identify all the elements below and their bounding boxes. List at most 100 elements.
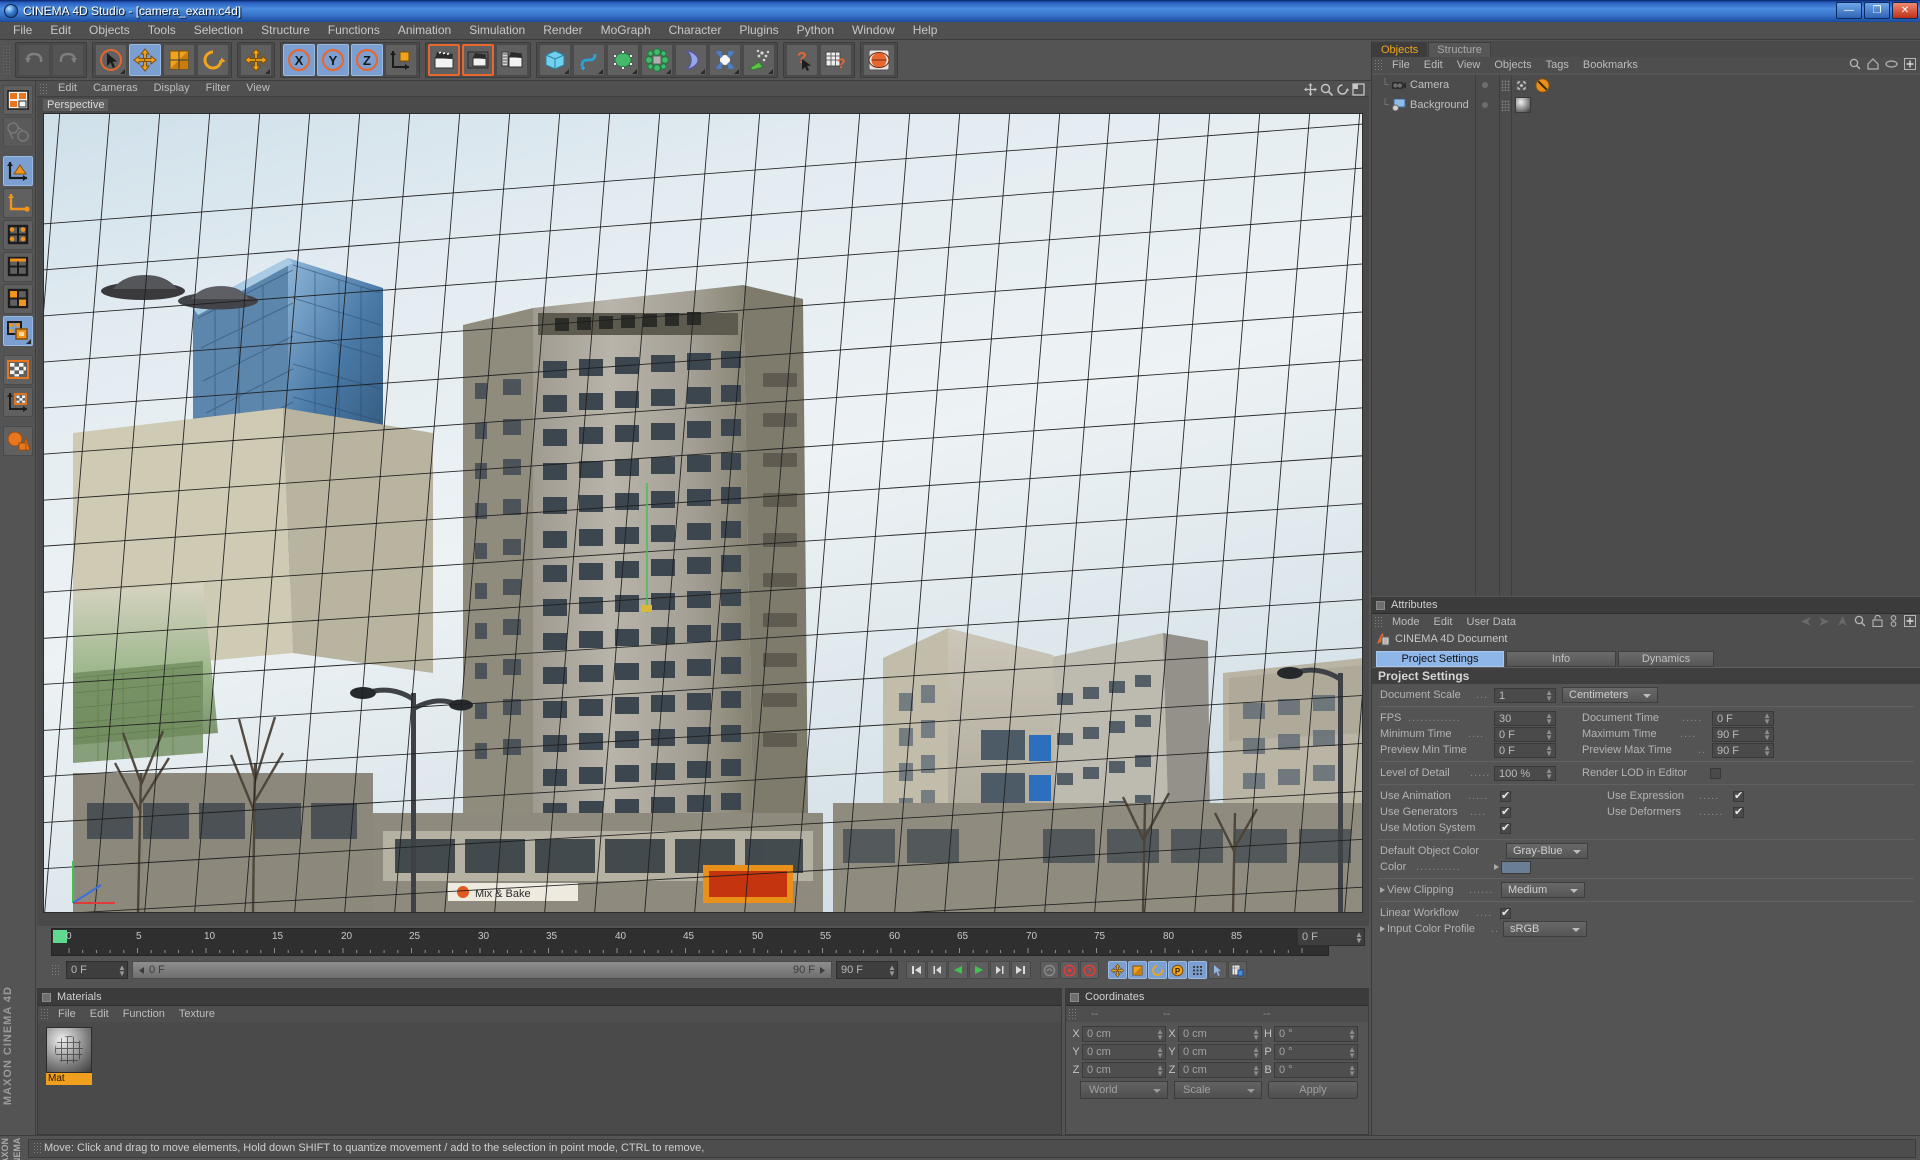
current-frame-field[interactable]: 0 F ▲ ▼ bbox=[66, 961, 128, 979]
spin-icon[interactable]: ▲ ▼ bbox=[1156, 1027, 1164, 1041]
checkbox-use-animation[interactable] bbox=[1500, 789, 1511, 802]
back-arrow-icon[interactable] bbox=[1799, 616, 1812, 627]
close-button[interactable]: ✕ bbox=[1892, 2, 1918, 19]
key-parameter-button[interactable]: P bbox=[1168, 961, 1187, 979]
objects-menu-file[interactable]: File bbox=[1385, 58, 1417, 73]
spin-icon[interactable]: ▲ ▼ bbox=[1545, 766, 1553, 780]
viewport-canvas[interactable]: Mix & Bake bbox=[43, 113, 1363, 913]
home-icon[interactable] bbox=[1867, 58, 1879, 70]
search-icon[interactable] bbox=[1854, 615, 1866, 627]
coord-field-h-rotation[interactable]: 0 ° ▲ ▼ bbox=[1274, 1025, 1358, 1042]
checkbox-use-expression[interactable] bbox=[1733, 789, 1744, 802]
material-tag-icon[interactable] bbox=[1515, 97, 1531, 113]
tab-project-settings[interactable]: Project Settings bbox=[1376, 651, 1504, 667]
key-rotation-button[interactable] bbox=[1148, 961, 1167, 979]
world-object-coord-icon[interactable] bbox=[385, 44, 417, 76]
object-row-background[interactable]: └ Background bbox=[1372, 95, 1920, 115]
menu-character[interactable]: Character bbox=[660, 22, 731, 39]
play-forward-button[interactable] bbox=[969, 961, 989, 979]
attributes-menu-edit[interactable]: Edit bbox=[1427, 615, 1460, 630]
spline-pen-icon[interactable] bbox=[573, 44, 605, 76]
undo-icon[interactable] bbox=[18, 44, 50, 76]
menu-file[interactable]: File bbox=[4, 22, 41, 39]
timeline-frame-right-field[interactable]: 0 F ▲ ▼ bbox=[1297, 928, 1365, 946]
expand-triangle-icon[interactable] bbox=[1380, 926, 1385, 932]
texture-axis-mode-icon[interactable] bbox=[2, 316, 33, 346]
timeline-scrubber[interactable]: 0 F 90 F bbox=[132, 961, 832, 979]
objects-menu-bookmarks[interactable]: Bookmarks bbox=[1576, 58, 1645, 73]
spin-icon[interactable]: ▲ ▼ bbox=[888, 964, 896, 978]
attributes-grip[interactable] bbox=[1374, 616, 1383, 628]
undo-view-icon[interactable] bbox=[2, 117, 33, 147]
coord-field-z-size[interactable]: 0 cm ▲ ▼ bbox=[1178, 1061, 1262, 1078]
background-visibility-dots[interactable] bbox=[1482, 102, 1488, 108]
field-level-of-detail[interactable]: 100 % ▲ ▼ bbox=[1494, 765, 1556, 781]
materials-menu-texture[interactable]: Texture bbox=[172, 1007, 222, 1022]
menu-help[interactable]: Help bbox=[904, 22, 947, 39]
move-tool-icon[interactable] bbox=[129, 44, 161, 76]
spin-icon[interactable]: ▲ ▼ bbox=[1545, 711, 1553, 725]
record-active-objects-button[interactable]: ? bbox=[1080, 961, 1099, 979]
tab-objects[interactable]: Objects bbox=[1372, 42, 1428, 57]
camera-visibility-dots[interactable] bbox=[1482, 82, 1488, 88]
viewport-menu-view[interactable]: View bbox=[238, 81, 278, 96]
timeline-grip[interactable] bbox=[51, 964, 60, 976]
scrub-right-arrow-icon[interactable] bbox=[818, 966, 827, 975]
polygon-mode-icon[interactable] bbox=[2, 284, 33, 314]
protection-tag-icon[interactable] bbox=[1535, 77, 1550, 93]
edge-mode-icon[interactable] bbox=[2, 252, 33, 282]
pan-view-icon[interactable] bbox=[1304, 82, 1317, 96]
materials-list[interactable]: Mat bbox=[38, 1022, 1061, 1134]
texture-axis-icon[interactable] bbox=[2, 387, 33, 417]
field-document-time[interactable]: 0 F ▲ ▼ bbox=[1712, 710, 1774, 726]
field-minimum-time[interactable]: 0 F ▲ ▼ bbox=[1494, 726, 1556, 742]
maximize-button[interactable]: ❐ bbox=[1864, 2, 1890, 19]
menu-selection[interactable]: Selection bbox=[185, 22, 252, 39]
spin-icon[interactable]: ▲ ▼ bbox=[1545, 727, 1553, 741]
lock-icon[interactable] bbox=[1872, 615, 1883, 627]
point-mode-icon[interactable] bbox=[2, 220, 33, 250]
dropdown-input-color-profile[interactable]: sRGB bbox=[1503, 921, 1587, 937]
menu-simulation[interactable]: Simulation bbox=[460, 22, 534, 39]
field-document-scale[interactable]: 1 ▲ ▼ bbox=[1494, 687, 1556, 703]
spin-icon[interactable]: ▲ ▼ bbox=[1763, 743, 1771, 757]
attributes-menu-user-data[interactable]: User Data bbox=[1460, 615, 1524, 630]
layout-presets-icon[interactable] bbox=[2, 85, 33, 115]
keyframe-selection-button[interactable] bbox=[1208, 961, 1227, 979]
checkbox-use-motion-system[interactable] bbox=[1500, 821, 1511, 834]
menu-mograph[interactable]: MoGraph bbox=[592, 22, 660, 39]
eye-icon[interactable] bbox=[1885, 59, 1898, 69]
menu-plugins[interactable]: Plugins bbox=[730, 22, 787, 39]
scrub-left-arrow-icon[interactable] bbox=[137, 966, 146, 975]
record-keyframe-button[interactable] bbox=[1060, 961, 1079, 979]
spin-icon[interactable]: ▲ ▼ bbox=[1355, 931, 1363, 945]
range-end-field[interactable]: 90 F ▲ ▼ bbox=[836, 961, 898, 979]
model-mode-icon[interactable] bbox=[2, 156, 33, 186]
viewport-menu-cameras[interactable]: Cameras bbox=[85, 81, 146, 96]
spin-icon[interactable]: ▲ ▼ bbox=[1348, 1045, 1356, 1059]
generator-nurbs-icon[interactable] bbox=[607, 44, 639, 76]
tab-structure[interactable]: Structure bbox=[1428, 42, 1491, 57]
spin-icon[interactable]: ▲ ▼ bbox=[1156, 1045, 1164, 1059]
enable-texture-icon[interactable] bbox=[2, 355, 33, 385]
tab-info[interactable]: Info bbox=[1506, 651, 1616, 667]
menu-animation[interactable]: Animation bbox=[389, 22, 460, 39]
material-item[interactable]: Mat bbox=[46, 1027, 92, 1085]
materials-menu-edit[interactable]: Edit bbox=[83, 1007, 116, 1022]
color-swatch[interactable] bbox=[1501, 860, 1531, 874]
scene-light-icon[interactable] bbox=[709, 44, 741, 76]
deformer-bend-icon[interactable] bbox=[675, 44, 707, 76]
menu-window[interactable]: Window bbox=[843, 22, 904, 39]
materials-menu-function[interactable]: Function bbox=[116, 1007, 172, 1022]
field-preview-min-time[interactable]: 0 F ▲ ▼ bbox=[1494, 742, 1556, 758]
render-view-icon[interactable] bbox=[428, 44, 460, 76]
key-pla-button[interactable] bbox=[1188, 961, 1207, 979]
material-name[interactable]: Mat bbox=[46, 1073, 92, 1085]
spin-icon[interactable]: ▲ ▼ bbox=[1348, 1027, 1356, 1041]
scale-tool-icon[interactable] bbox=[163, 44, 195, 76]
toolbar-grip[interactable] bbox=[2, 45, 12, 75]
apply-button[interactable]: Apply bbox=[1268, 1081, 1358, 1099]
dropdown-document-scale-unit[interactable]: Centimeters bbox=[1562, 687, 1658, 703]
checkbox-render-lod-in-editor[interactable] bbox=[1710, 767, 1721, 779]
coord-field-p-rotation[interactable]: 0 ° ▲ ▼ bbox=[1274, 1043, 1358, 1060]
